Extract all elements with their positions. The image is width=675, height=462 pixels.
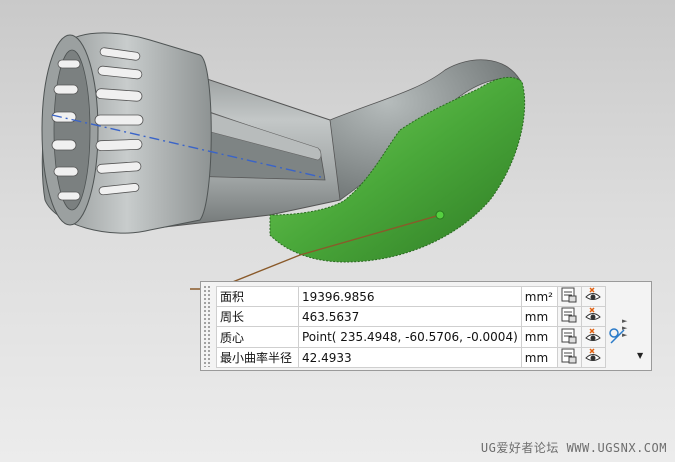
- cage-end-inner: [53, 49, 91, 211]
- part-model[interactable]: [41, 32, 526, 290]
- export-to-spreadsheet-icon[interactable]: [556, 347, 582, 368]
- export-to-spreadsheet-icon[interactable]: [556, 326, 582, 348]
- measure-value: 42.4933: [298, 347, 522, 368]
- graphics-viewport[interactable]: [0, 0, 675, 462]
- measure-unit: mm: [520, 326, 558, 348]
- measure-unit: mm: [520, 306, 558, 327]
- measure-label: 周长: [216, 306, 299, 327]
- measure-label: 最小曲率半径: [216, 347, 299, 368]
- dropdown-arrow-icon[interactable]: ▼: [637, 351, 643, 360]
- export-to-spreadsheet-icon[interactable]: [556, 286, 582, 307]
- show-hide-eye-icon[interactable]: [580, 326, 606, 348]
- panel-drag-handle[interactable]: [203, 285, 211, 367]
- expand-arrows-icon[interactable]: ► ► ►: [622, 318, 627, 339]
- measure-label: 面积: [216, 286, 299, 307]
- table-row: 最小曲率半径 42.4933 mm: [216, 347, 630, 368]
- measure-value: Point( 235.4948, -60.5706, -0.0004): [298, 326, 522, 348]
- show-hide-eye-icon[interactable]: [580, 347, 606, 368]
- export-to-spreadsheet-icon[interactable]: [556, 306, 582, 327]
- show-hide-eye-icon[interactable]: [580, 306, 606, 327]
- show-hide-eye-icon[interactable]: [580, 286, 606, 307]
- measure-value: 19396.9856: [298, 286, 522, 307]
- measure-unit: mm²: [520, 286, 558, 307]
- table-row: 质心 Point( 235.4948, -60.5706, -0.0004) m…: [216, 326, 630, 348]
- watermark: UG爱好者论坛 WWW.UGSNX.COM: [480, 441, 667, 455]
- centroid-point-marker[interactable]: [435, 210, 445, 220]
- measure-unit: mm: [520, 347, 558, 368]
- table-row: 周长 463.5637 mm: [216, 306, 630, 327]
- measurement-table: 面积 19396.9856 mm² 周长 463.5637 mm 质心 Poin…: [216, 286, 630, 368]
- measure-value: 463.5637: [298, 306, 522, 327]
- measure-info-panel[interactable]: 面积 19396.9856 mm² 周长 463.5637 mm 质心 Poin…: [200, 281, 652, 371]
- table-row: 面积 19396.9856 mm²: [216, 286, 630, 307]
- measure-label: 质心: [216, 326, 299, 348]
